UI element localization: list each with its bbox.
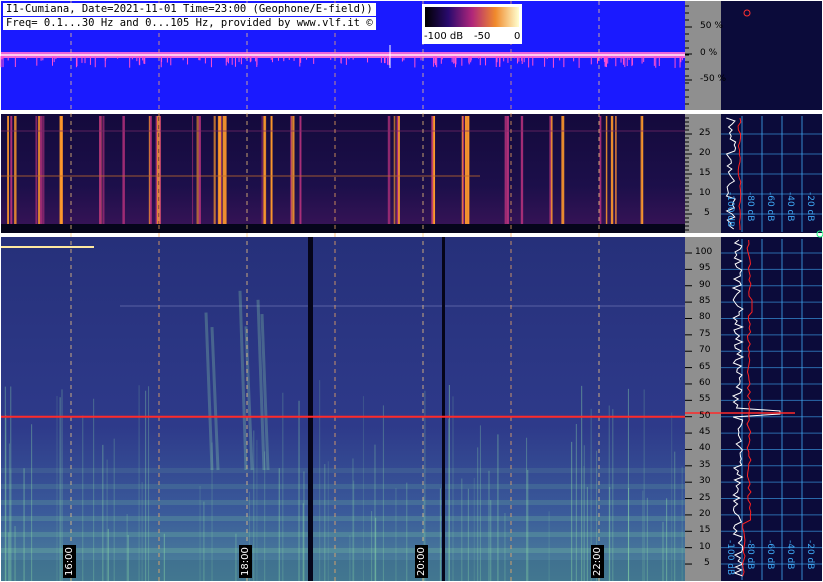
high-tick-label: 55: [699, 394, 711, 405]
header-line-1: I1-Cumiana, Date=2021-11-01 Time=23:00 (…: [3, 3, 376, 16]
time-label: 16:00: [63, 545, 76, 578]
high-spectrogram-floor: [1, 560, 685, 581]
colorbar-label-mid: -50: [474, 31, 491, 42]
header-line-2: Freq= 0.1...30 Hz and 0...105 Hz, provid…: [3, 17, 376, 30]
db-label-low: -80 dB: [745, 192, 755, 222]
amp-tick-label: -50 %: [700, 74, 727, 84]
db-label-low: -20 dB: [805, 192, 815, 222]
db-label-high: -100 dB: [725, 540, 735, 576]
high-tick-label: 70: [699, 345, 711, 356]
high-tick-label: 15: [699, 525, 711, 536]
colorbar-gradient: [425, 7, 519, 27]
data-gap-1: [308, 237, 313, 581]
high-spectrogram-band: [1, 548, 685, 553]
high-tick-label: 5: [704, 558, 710, 569]
high-spectrogram-band: [1, 500, 685, 505]
amp-tick-label: 0 %: [700, 48, 718, 58]
db-label-high: -20 dB: [805, 540, 815, 570]
time-label: 20:00: [415, 545, 428, 578]
low-tick-label: 5: [704, 208, 710, 218]
colorbar-label-max: 0: [514, 31, 521, 42]
high-tick-label: 50: [699, 410, 711, 421]
high-spectrogram-band: [1, 516, 685, 521]
amplitude-trace-core: [1, 54, 685, 56]
high-tick-label: 85: [699, 296, 711, 307]
high-tick-label: 20: [699, 508, 711, 519]
low-tick-label: 25: [699, 128, 711, 138]
high-tick-label: 35: [699, 459, 711, 470]
high-spectrogram-band: [1, 484, 685, 489]
side-panel-top: [721, 1, 822, 110]
high-tick-label: 60: [699, 377, 711, 388]
db-label-low: -40 dB: [785, 192, 795, 222]
low-tick-label: 10: [699, 188, 711, 198]
colorbar-label-min: -100 dB: [424, 31, 464, 42]
high-tick-label: 95: [699, 263, 711, 274]
high-tick-label: 90: [699, 279, 711, 290]
db-label-high: -60 dB: [765, 540, 775, 570]
high-tick-label: 25: [699, 492, 711, 503]
high-tick-label: 10: [699, 541, 711, 552]
high-tick-label: 45: [699, 427, 711, 438]
high-tick-label: 30: [699, 476, 711, 487]
amp-tick-label: 50 %: [700, 21, 723, 31]
high-tick-label: 80: [699, 312, 711, 323]
low-tick-label: 15: [699, 168, 711, 178]
time-label: 22:00: [591, 545, 604, 578]
side-panel-high: [721, 237, 822, 581]
db-label-high: -80 dB: [745, 540, 755, 570]
high-spectrogram-band: [1, 532, 685, 537]
time-label: 18:00: [239, 545, 252, 578]
data-gap-2: [442, 237, 445, 581]
high-spectrogram: [1, 237, 685, 581]
db-label-high: -40 dB: [785, 540, 795, 570]
low-tick-label: 20: [699, 148, 711, 158]
high-tick-label: 100: [695, 247, 713, 257]
high-tick-label: 40: [699, 443, 711, 454]
db-label-low: -60 dB: [765, 192, 775, 222]
low-spectrogram-floor: [1, 224, 685, 233]
high-spectrogram-band: [1, 468, 685, 473]
db-label-low: -100 dB: [725, 192, 735, 228]
high-tick-label: 65: [699, 361, 711, 372]
high-tick-label: 75: [699, 328, 711, 339]
